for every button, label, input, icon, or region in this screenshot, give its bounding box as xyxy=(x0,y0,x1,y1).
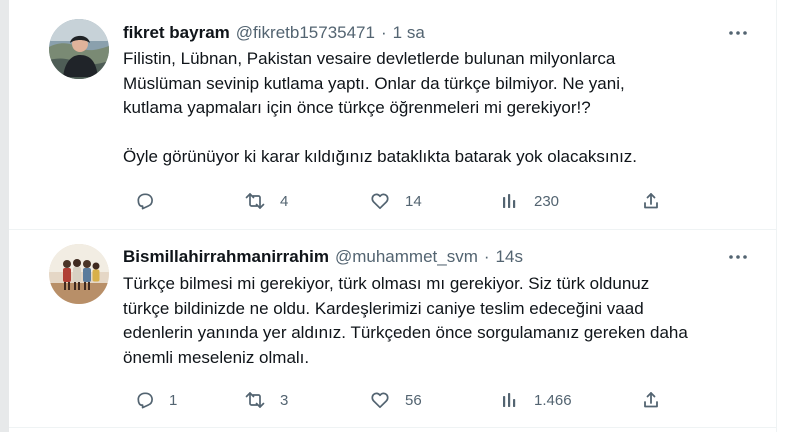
avatar[interactable] xyxy=(49,244,109,304)
views-count: 1.466 xyxy=(534,391,572,409)
timeline-page: fikret bayram @fikretb15735471 · 1 sa Fi… xyxy=(0,0,804,432)
display-name[interactable]: fikret bayram xyxy=(123,23,230,43)
meta-separator: · xyxy=(380,23,387,42)
left-gutter xyxy=(0,0,9,432)
like-button[interactable]: 14 xyxy=(369,186,422,216)
timestamp[interactable]: 14s xyxy=(496,247,523,267)
views-count: 230 xyxy=(534,192,560,210)
share-icon xyxy=(641,390,661,410)
share-button[interactable] xyxy=(641,186,661,216)
views-button[interactable]: 230 xyxy=(500,186,559,216)
more-icon[interactable] xyxy=(724,25,752,41)
retweet-count: 4 xyxy=(280,192,289,210)
tweet-text: Filistin, Lübnan, Pakistan vesaire devle… xyxy=(123,49,638,166)
retweet-icon xyxy=(244,390,266,410)
like-icon xyxy=(369,191,391,211)
like-button[interactable]: 56 xyxy=(369,385,422,415)
reply-button[interactable] xyxy=(135,186,169,216)
views-icon xyxy=(500,390,520,410)
right-gutter xyxy=(777,0,804,432)
tweet-text: Türkçe bilmesi mi gerekiyor, türk olması… xyxy=(123,274,688,367)
more-icon[interactable] xyxy=(724,249,752,265)
retweet-count: 3 xyxy=(280,391,289,409)
username-handle[interactable]: @fikretb15735471 xyxy=(236,23,375,43)
tweet-header: fikret bayram @fikretb15735471 · 1 sa xyxy=(123,21,762,45)
tweet-header: Bismillahirrahmanirrahim @muhammet_svm ·… xyxy=(123,245,762,269)
tweet-card[interactable]: fikret bayram @fikretb15735471 · 1 sa Fi… xyxy=(9,0,776,230)
reply-count: 1 xyxy=(169,391,178,409)
display-name[interactable]: Bismillahirrahmanirrahim xyxy=(123,247,329,267)
tweet-actions: 1 3 56 1.466 xyxy=(123,385,663,415)
tweet-actions: 4 14 230 xyxy=(123,186,663,216)
tweet-card[interactable]: Bismillahirrahmanirrahim @muhammet_svm ·… xyxy=(9,230,776,428)
views-icon xyxy=(500,191,520,211)
reply-icon xyxy=(135,390,155,410)
like-count: 14 xyxy=(405,192,422,210)
share-button[interactable] xyxy=(641,385,661,415)
username-handle[interactable]: @muhammet_svm xyxy=(335,247,478,267)
reply-icon xyxy=(135,191,155,211)
retweet-button[interactable]: 4 xyxy=(244,186,288,216)
share-icon xyxy=(641,191,661,211)
timestamp[interactable]: 1 sa xyxy=(393,23,425,43)
avatar[interactable] xyxy=(49,19,109,79)
like-icon xyxy=(369,390,391,410)
retweet-button[interactable]: 3 xyxy=(244,385,288,415)
views-button[interactable]: 1.466 xyxy=(500,385,572,415)
retweet-icon xyxy=(244,191,266,211)
like-count: 56 xyxy=(405,391,422,409)
meta-separator: · xyxy=(483,247,490,266)
reply-button[interactable]: 1 xyxy=(135,385,177,415)
